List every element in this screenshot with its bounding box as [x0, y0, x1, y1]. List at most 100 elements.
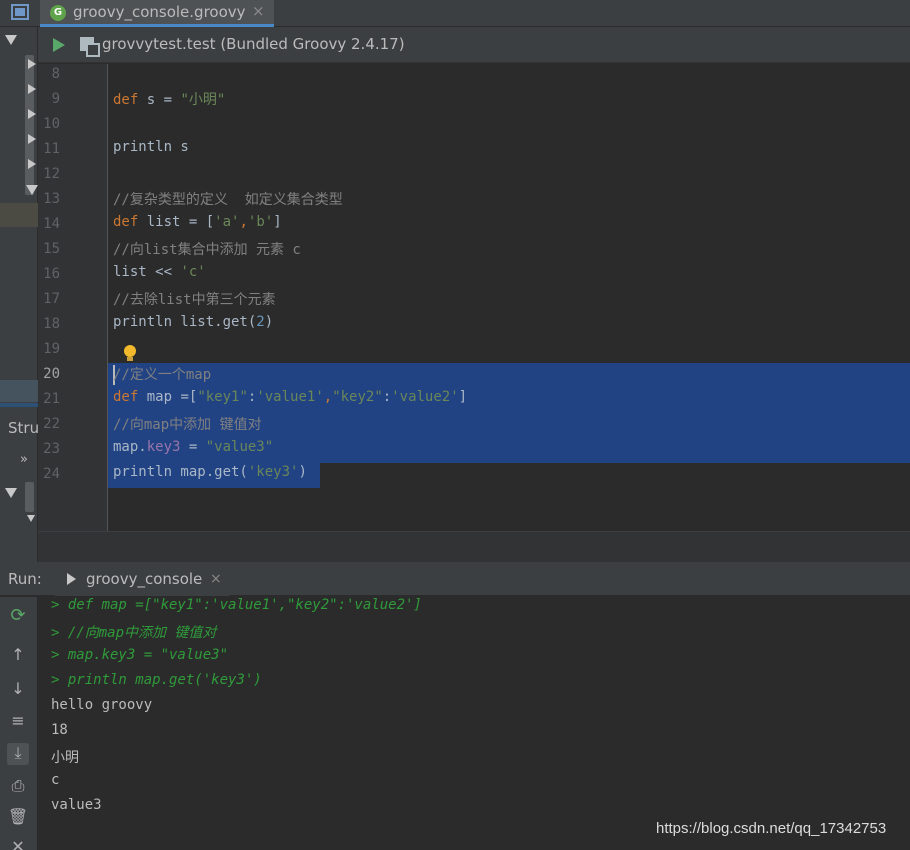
code-token: list = [	[138, 214, 215, 230]
line-number: 17	[43, 291, 60, 307]
code-line: def s = "小明"	[113, 89, 225, 114]
console-output[interactable]: > def map =["key1":'value1',"key2":'valu…	[38, 597, 910, 850]
code-token: )	[264, 314, 274, 330]
up-arrow-icon[interactable]: ↑	[7, 645, 29, 667]
line-number: 20	[43, 366, 60, 382]
structure-tab-label[interactable]: Stru	[8, 419, 39, 437]
rerun-icon[interactable]: ⟳	[7, 605, 29, 627]
run-tab-icon	[67, 573, 76, 585]
line-number: 9	[51, 91, 60, 107]
scroll-down-arrow-icon[interactable]	[27, 515, 35, 522]
run-tab-close-icon[interactable]: ×	[210, 571, 222, 587]
expand-arrow-icon[interactable]	[28, 134, 36, 144]
code-token: def	[113, 389, 139, 405]
code-token: //复杂类型的定义 如定义集合类型	[113, 192, 343, 208]
line-number: 10	[43, 116, 60, 132]
down-arrow-icon[interactable]: ↓	[7, 679, 29, 701]
console-echo-line: > println map.get('key3')	[51, 672, 262, 688]
line-number: 23	[43, 441, 60, 457]
project-tool-window: Stru »	[0, 27, 39, 562]
code-token: "小明"	[180, 92, 226, 108]
line-number: 11	[43, 141, 60, 157]
close-icon[interactable]: ✕	[7, 837, 29, 850]
print-icon[interactable]: ⎙	[7, 776, 29, 798]
code-token: map.	[113, 439, 147, 455]
structure-scrollbar[interactable]	[25, 482, 34, 512]
code-line: //去除list中第三个元素	[113, 289, 276, 314]
code-line: list << 'c'	[113, 264, 206, 289]
trash-icon[interactable]: 🗑	[7, 807, 29, 829]
collapse-arrow-icon[interactable]	[26, 185, 38, 195]
expand-arrow-icon[interactable]	[28, 109, 36, 119]
code-line: map.key3 = "value3"	[113, 439, 273, 464]
run-tool-window-header: Run: groovy_console ×	[0, 562, 910, 596]
tree-row-highlight[interactable]	[0, 203, 38, 227]
tree-row-selected-edge	[0, 403, 38, 407]
editor-tab-bar: G groovy_console.groovy ×	[0, 0, 910, 27]
code-token: list <<	[113, 264, 181, 280]
code-token: )	[298, 464, 307, 480]
code-editor[interactable]: def s = "小明" println s //复杂类型的定义 如定义集合类型 de…	[108, 64, 910, 531]
line-number: 13	[43, 191, 60, 207]
code-token: :	[382, 389, 392, 405]
code-line: println map.get('key3')	[113, 464, 307, 489]
code-token: 'value2'	[391, 389, 459, 405]
code-token: println list.get(	[113, 314, 257, 330]
watermark: https://blog.csdn.net/qq_17342753	[656, 820, 887, 837]
tab-close-icon[interactable]: ×	[252, 2, 265, 20]
code-token: 'key3'	[247, 464, 299, 480]
tab-groovy-console-run[interactable]: groovy_console ×	[55, 562, 230, 596]
scroll-to-end-icon[interactable]: ⤓	[7, 743, 29, 765]
code-token: map =[	[138, 389, 198, 405]
console-echo-line: > //向map中添加 键值对	[51, 625, 217, 641]
code-line: //向list集合中添加 元素 c	[113, 239, 301, 264]
code-token: "key2"	[332, 389, 383, 405]
code-token: ]	[458, 389, 468, 405]
console-echo-line: > def map =["key1":'value1',"key2":'valu…	[51, 597, 422, 613]
collapse-arrow-icon[interactable]	[5, 488, 17, 498]
script-file-icon	[80, 37, 100, 57]
expand-arrow-icon[interactable]	[28, 159, 36, 169]
code-token: 'c'	[180, 264, 206, 280]
code-line: //定义一个map	[113, 364, 211, 389]
more-chevron-icon[interactable]: »	[20, 452, 28, 467]
line-number: 22	[43, 416, 60, 432]
code-token: ,	[239, 214, 248, 230]
code-token: //定义一个map	[113, 367, 212, 383]
intention-bulb-icon[interactable]	[124, 345, 136, 361]
line-number: 14	[43, 216, 60, 232]
code-line: println list.get(2)	[113, 314, 273, 339]
expand-arrow-icon[interactable]	[28, 84, 36, 94]
code-token: =	[180, 439, 206, 455]
code-token: key3	[146, 439, 181, 455]
code-line: //复杂类型的定义 如定义集合类型	[113, 189, 343, 214]
run-configuration-label[interactable]: grovvytest.test (Bundled Groovy 2.4.17)	[102, 35, 405, 53]
line-number: 16	[43, 266, 60, 282]
expand-arrow-icon[interactable]	[28, 59, 36, 69]
project-scrollbar[interactable]	[25, 55, 34, 195]
code-token: ,	[323, 389, 333, 405]
code-token: s =	[138, 92, 181, 108]
tab-groovy-console[interactable]: G groovy_console.groovy	[40, 0, 274, 27]
project-window-icon[interactable]	[11, 4, 29, 20]
line-number: 12	[43, 166, 60, 182]
code-token: ]	[273, 214, 282, 230]
collapse-arrow-icon[interactable]	[5, 35, 17, 45]
line-number: 21	[43, 391, 60, 407]
tree-row-selected[interactable]	[0, 380, 38, 402]
code-token: def	[113, 92, 139, 108]
console-output-line: 18	[51, 722, 68, 738]
run-tab-label: groovy_console	[86, 570, 203, 588]
code-line: //向map中添加 键值对	[113, 414, 262, 439]
code-token: //去除list中第三个元素	[113, 292, 276, 308]
soft-wrap-icon[interactable]: ≡	[7, 711, 29, 733]
console-output-line: 小明	[51, 750, 79, 766]
groovy-file-icon: G	[50, 5, 66, 21]
run-icon[interactable]	[53, 38, 65, 52]
code-token: 'b'	[247, 214, 274, 230]
code-line: println s	[113, 139, 189, 164]
line-number: 8	[51, 66, 60, 82]
console-output-line: hello groovy	[51, 697, 153, 713]
code-token: "value3"	[205, 439, 274, 455]
console-echo-line: > map.key3 = "value3"	[51, 647, 229, 663]
